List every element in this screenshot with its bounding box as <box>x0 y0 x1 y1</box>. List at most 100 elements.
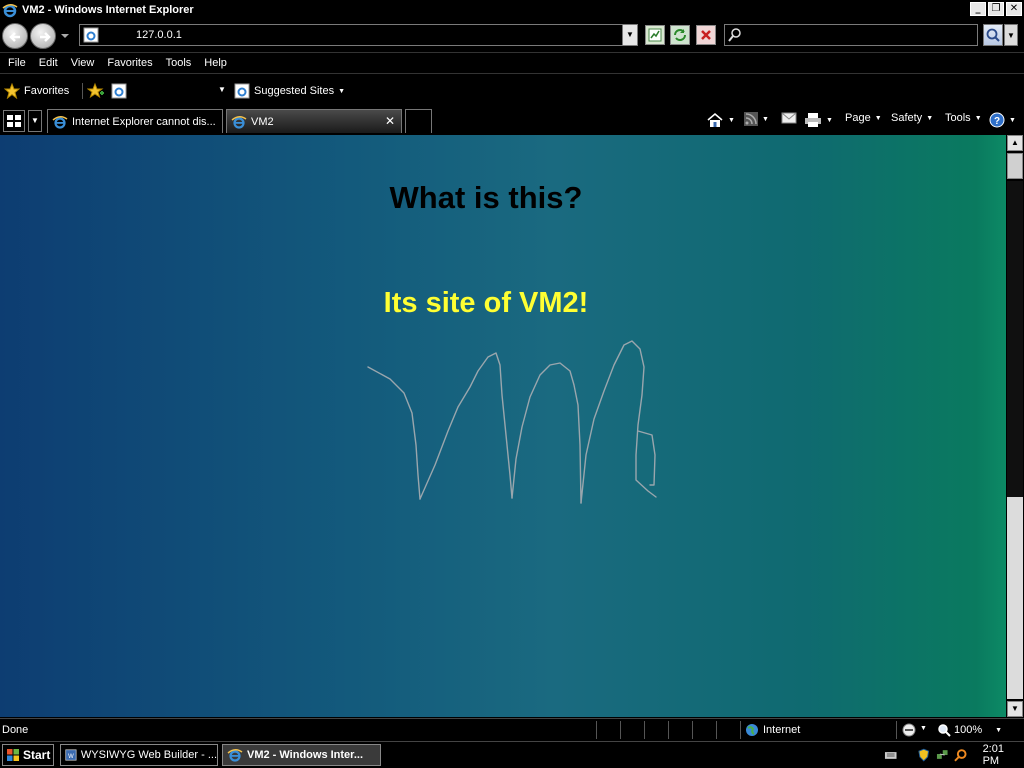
status-divider <box>620 721 621 739</box>
url-text[interactable]: 127.0.0.1 <box>136 29 182 41</box>
vertical-scrollbar[interactable]: ▲ ▼ <box>1006 135 1024 717</box>
zoom-value: 100% <box>954 724 983 736</box>
feeds-chevron-down-icon[interactable]: ▼ <box>762 116 769 123</box>
tab-label: VM2 <box>251 115 274 128</box>
search-input[interactable] <box>724 24 978 46</box>
history-dropdown-icon[interactable] <box>60 32 70 40</box>
protected-mode-icon[interactable] <box>901 722 917 738</box>
tools-chevron-down-icon: ▼ <box>974 114 982 122</box>
refresh-icon <box>674 29 686 41</box>
favorites-button[interactable]: Favorites <box>4 83 69 99</box>
address-dropdown-icon[interactable]: ▼ <box>622 25 637 45</box>
status-text: Done <box>2 724 29 736</box>
safety-chevron-down-icon: ▼ <box>926 114 934 122</box>
close-window-button[interactable]: ✕ <box>1006 2 1022 16</box>
search-options-dropdown[interactable]: ▼ <box>1004 24 1018 46</box>
favorites-bar-dropdown-icon[interactable]: ▼ <box>218 85 226 94</box>
security-zone[interactable]: Internet <box>745 723 800 737</box>
page-content: What is this? Its site of VM2! <box>0 135 1006 717</box>
mail-icon <box>781 112 797 124</box>
zoom-level[interactable]: 100% ▼ <box>937 723 1002 737</box>
menu-edit[interactable]: Edit <box>34 57 63 69</box>
new-tab-button[interactable] <box>405 109 432 133</box>
start-label: Start <box>23 748 51 762</box>
protected-mode-chevron-down-icon[interactable]: ▼ <box>920 725 927 732</box>
scroll-down-arrow-icon[interactable]: ▼ <box>1007 701 1023 717</box>
refresh-button[interactable] <box>670 25 690 45</box>
tab-ie-icon <box>52 115 68 129</box>
page-heading: What is this? <box>389 180 583 215</box>
status-divider <box>716 721 717 739</box>
print-chevron-down-icon[interactable]: ▼ <box>826 117 833 124</box>
suggested-sites-ie-icon <box>234 83 250 99</box>
taskbar-item-label: WYSIWYG Web Builder - ... <box>80 749 217 761</box>
back-button[interactable] <box>2 23 28 49</box>
page-subheading: Its site of VM2! <box>383 287 589 319</box>
address-bar[interactable]: 127.0.0.1 ▼ <box>79 24 638 46</box>
zoom-chevron-down-icon: ▼ <box>995 726 1003 734</box>
title-bar: VM2 - Windows Internet Explorer _ ❐ ✕ <box>0 0 1024 20</box>
web-builder-app-icon: W <box>65 749 77 761</box>
stop-button[interactable] <box>696 25 716 45</box>
close-tab-icon[interactable]: ✕ <box>385 114 395 128</box>
address-row: 127.0.0.1 ▼ ▼ <box>0 20 1024 52</box>
taskbar-item-ie[interactable]: VM2 - Windows Inter... <box>222 744 381 766</box>
status-divider <box>596 721 597 739</box>
favorites-bar: Favorites ▼ Suggested Sites ▼ <box>0 77 1024 105</box>
tools-menu-button[interactable]: Tools ▼ <box>945 112 982 124</box>
keyboard-icon[interactable] <box>884 749 897 761</box>
zone-label: Internet <box>763 724 801 736</box>
menu-file[interactable]: File <box>3 57 31 69</box>
tab-label: Internet Explorer cannot dis... <box>72 115 216 128</box>
quick-tabs-grid-icon <box>7 115 21 127</box>
minimize-button[interactable]: _ <box>970 2 986 16</box>
suggested-sites-label: Suggested Sites <box>254 85 335 97</box>
read-mail-button[interactable] <box>781 112 797 124</box>
tab-error-page[interactable]: Internet Explorer cannot dis... <box>47 109 223 133</box>
tab-list-dropdown[interactable]: ▼ <box>28 110 42 132</box>
search-button[interactable] <box>983 24 1003 46</box>
start-button[interactable]: Start <box>2 744 54 766</box>
suggested-sites-button[interactable]: Suggested Sites ▼ <box>234 83 345 99</box>
forward-button[interactable] <box>30 23 56 49</box>
scroll-track[interactable] <box>1007 181 1023 497</box>
tab-vm2[interactable]: VM2 ✕ <box>226 109 402 133</box>
status-divider <box>644 721 645 739</box>
print-button[interactable]: ▼ <box>804 112 833 128</box>
home-chevron-down-icon[interactable]: ▼ <box>728 117 735 124</box>
menu-tools[interactable]: Tools <box>161 57 197 69</box>
page-ie-icon <box>83 27 99 43</box>
page-menu-button[interactable]: Page ▼ <box>845 112 882 124</box>
web-slice-ie-icon[interactable] <box>111 83 127 99</box>
scroll-up-arrow-icon[interactable]: ▲ <box>1007 135 1023 151</box>
compatibility-icon <box>648 28 662 42</box>
add-to-favorites-bar-icon[interactable] <box>87 82 105 100</box>
compatibility-view-button[interactable] <box>645 25 665 45</box>
taskbar-item-web-builder[interactable]: W WYSIWYG Web Builder - ... <box>60 744 218 766</box>
tools-menu-label: Tools <box>945 112 971 124</box>
safety-menu-button[interactable]: Safety ▼ <box>891 112 933 124</box>
favorites-star-icon <box>4 83 20 99</box>
feeds-button[interactable]: ▼ <box>744 112 769 126</box>
windows-flag-icon <box>7 749 19 761</box>
security-shield-icon[interactable] <box>917 748 930 762</box>
page-chevron-down-icon: ▼ <box>874 114 882 122</box>
menu-view[interactable]: View <box>66 57 100 69</box>
search-icon <box>986 28 1000 42</box>
scroll-track-lower[interactable] <box>1007 497 1023 699</box>
quick-tabs-button[interactable] <box>3 110 25 132</box>
search-tray-icon[interactable] <box>954 748 967 762</box>
home-button[interactable]: ▼ <box>706 112 735 128</box>
status-divider <box>740 721 741 739</box>
network-icon[interactable] <box>936 748 949 762</box>
window-title: VM2 - Windows Internet Explorer <box>22 4 194 16</box>
favorites-divider <box>82 83 83 99</box>
help-button[interactable]: ? ▼ <box>989 112 1016 128</box>
vm2-handwritten-signature <box>367 340 657 504</box>
menu-favorites[interactable]: Favorites <box>102 57 157 69</box>
restore-button[interactable]: ❐ <box>988 2 1004 16</box>
menu-help[interactable]: Help <box>199 57 232 69</box>
scroll-thumb[interactable] <box>1007 153 1023 179</box>
menu-bar: File Edit View Favorites Tools Help <box>0 52 1024 74</box>
help-chevron-down-icon[interactable]: ▼ <box>1009 117 1016 124</box>
